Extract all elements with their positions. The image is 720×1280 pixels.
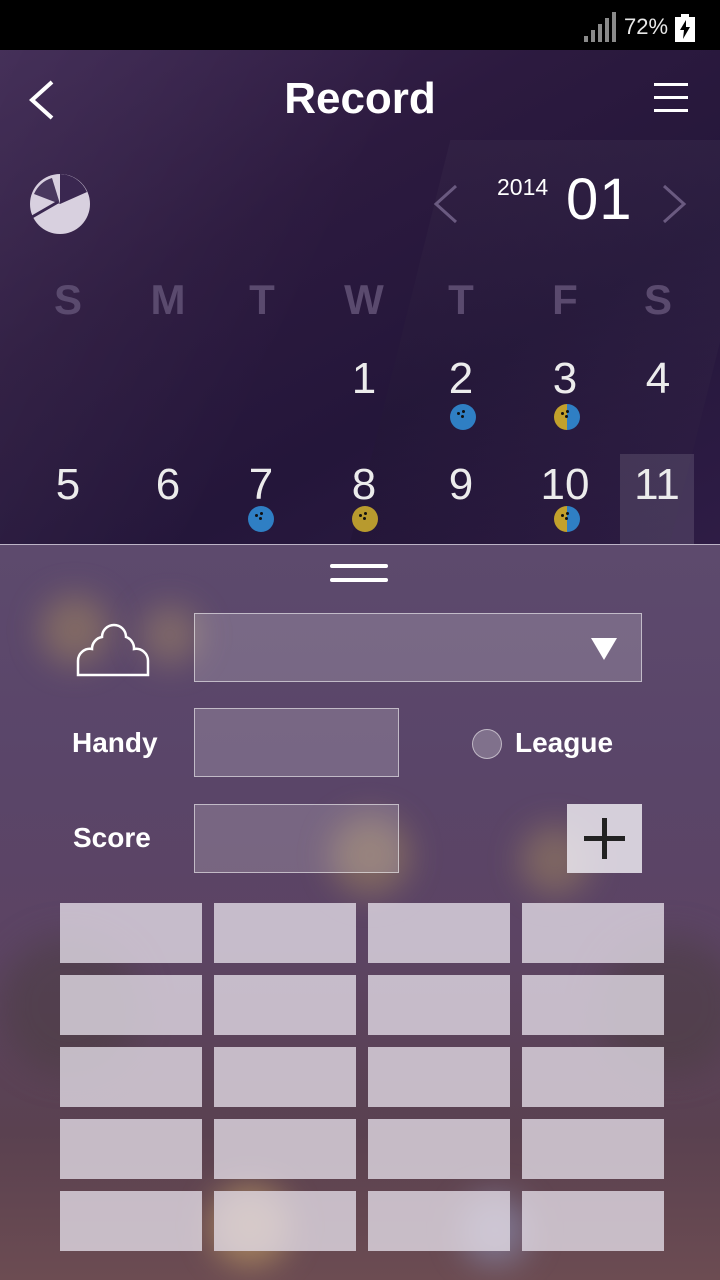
group-select[interactable] (194, 613, 642, 682)
weekday-sat: S (643, 276, 672, 323)
page-title: Record (284, 74, 436, 123)
menu-button[interactable] (652, 80, 692, 120)
calendar-day[interactable]: 3 (525, 354, 605, 404)
plus-icon-stroke (602, 818, 607, 859)
score-cell[interactable] (214, 1047, 356, 1107)
score-cell[interactable] (60, 1047, 202, 1107)
drag-handle-line (330, 564, 388, 568)
score-cell[interactable] (368, 903, 510, 963)
score-cell[interactable] (368, 1191, 510, 1251)
calendar-month: 01 (566, 167, 633, 232)
calendar-day[interactable]: 8 (324, 460, 404, 510)
weekday-wed: W (344, 276, 384, 323)
score-cell[interactable] (60, 1119, 202, 1179)
weekday-tue: T (249, 276, 275, 323)
bowling-ball-icon (450, 404, 476, 430)
calendar-day[interactable]: 4 (618, 354, 698, 404)
add-score-button[interactable] (567, 804, 642, 873)
group-icon (76, 623, 150, 677)
drag-handle-line (330, 578, 388, 582)
score-label: Score (73, 822, 151, 853)
status-bar: 72% (0, 0, 720, 50)
bowling-ball-icon (352, 506, 378, 532)
score-cell[interactable] (522, 975, 664, 1035)
hamburger-line (654, 96, 688, 99)
score-input[interactable] (194, 804, 399, 873)
league-radio[interactable] (472, 729, 502, 759)
battery-charging-icon (675, 14, 695, 42)
bowling-ball-icon (554, 506, 580, 532)
calendar-day[interactable]: 6 (128, 460, 208, 510)
weekday-mon: M (150, 276, 186, 323)
record-entry-panel: Handy League Score (0, 544, 720, 1280)
league-label[interactable]: League (515, 727, 613, 759)
score-cell[interactable] (214, 1191, 356, 1251)
handy-label: Handy (72, 727, 158, 758)
score-cell[interactable] (214, 1119, 356, 1179)
weekday-header: S M T W T F S (0, 276, 720, 328)
next-month-button[interactable] (656, 182, 692, 226)
score-cell[interactable] (368, 975, 510, 1035)
score-cell[interactable] (368, 1119, 510, 1179)
score-cell[interactable] (368, 1047, 510, 1107)
score-cell[interactable] (522, 1047, 664, 1107)
calendar-year: 2014 (497, 174, 549, 200)
pie-chart-icon[interactable] (28, 172, 92, 236)
score-cell[interactable] (60, 975, 202, 1035)
calendar-day[interactable]: 7 (221, 460, 301, 510)
score-cell[interactable] (214, 975, 356, 1035)
calendar-day-selected[interactable]: 11 (617, 460, 697, 510)
score-cell[interactable] (60, 1191, 202, 1251)
weekday-thu: T (448, 276, 474, 323)
score-cell[interactable] (214, 903, 356, 963)
weekday-sun: S (53, 276, 82, 323)
bowling-ball-icon (248, 506, 274, 532)
calendar-panel: Record 2014 01 S M T W T F S 1 2 3 4 5 6… (0, 50, 720, 544)
calendar-day[interactable]: 1 (324, 354, 404, 404)
dropdown-arrow-icon (591, 638, 617, 660)
prev-month-button[interactable] (428, 182, 464, 226)
hamburger-menu-icon (654, 83, 688, 86)
score-cell[interactable] (60, 903, 202, 963)
score-cell[interactable] (522, 903, 664, 963)
handy-input[interactable] (194, 708, 399, 777)
calendar-day[interactable]: 9 (421, 460, 501, 510)
calendar-day[interactable]: 5 (28, 460, 108, 510)
calendar-day[interactable]: 2 (421, 354, 501, 404)
signal-bars-icon (584, 12, 616, 42)
hamburger-line (654, 109, 688, 112)
score-cell[interactable] (522, 1119, 664, 1179)
battery-percent: 72% (624, 14, 669, 39)
bowling-ball-icon (554, 404, 580, 430)
calendar-day[interactable]: 10 (525, 460, 605, 510)
score-cell[interactable] (522, 1191, 664, 1251)
weekday-fri: F (552, 276, 578, 323)
